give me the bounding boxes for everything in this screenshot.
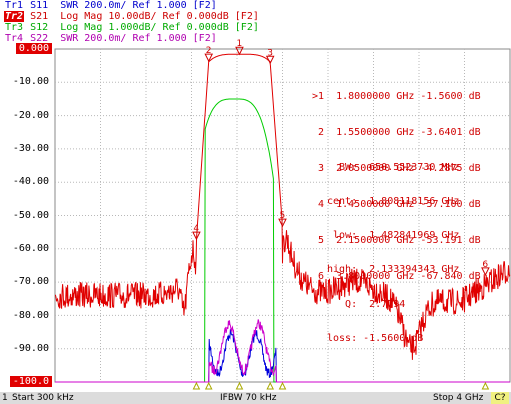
marker-label: 3 bbox=[267, 48, 273, 58]
channel-number[interactable]: 1 bbox=[2, 392, 8, 404]
marker-label: 2 bbox=[206, 46, 212, 56]
ifbw-setting[interactable]: IFBW 70 kHz bbox=[220, 392, 276, 404]
stat-line: loss: -1.5600 dB bbox=[327, 332, 424, 344]
marker-label: 4 bbox=[193, 224, 199, 234]
stat-line: BW: 650.5523730 MHz bbox=[327, 161, 460, 173]
status-badge[interactable]: C? bbox=[491, 392, 509, 404]
stimulus-marker bbox=[481, 381, 490, 390]
marker-label: 1 bbox=[236, 39, 242, 49]
status-bar: 1 Start 300 kHz IFBW 70 kHz Stop 4 GHz C… bbox=[0, 392, 511, 404]
stat-line: low: 1.482841969 GHz bbox=[327, 230, 460, 242]
stimulus-marker bbox=[204, 381, 213, 390]
stop-frequency[interactable]: Stop 4 GHz bbox=[433, 392, 483, 404]
stat-line: cent: 1.808118156 GHz bbox=[327, 196, 460, 208]
stat-line: Q: 2.7794 bbox=[327, 298, 406, 310]
stimulus-marker bbox=[235, 381, 244, 390]
marker-label: 5 bbox=[280, 211, 286, 221]
marker-row[interactable]: 2 1.5500000 GHz -3.6401 dB bbox=[312, 127, 481, 139]
marker-row[interactable]: >1 1.8000000 GHz -1.5600 dB bbox=[312, 91, 481, 103]
stimulus-marker bbox=[278, 381, 287, 390]
stat-line: high: 2.133394343 GHz bbox=[327, 264, 460, 276]
stimulus-marker bbox=[266, 381, 275, 390]
stimulus-marker bbox=[192, 381, 201, 390]
start-frequency[interactable]: Start 300 kHz bbox=[12, 392, 74, 404]
marker-label: 6 bbox=[482, 260, 488, 270]
bandwidth-stats: BW: 650.5523730 MHz cent: 1.808118156 GH… bbox=[327, 139, 459, 356]
